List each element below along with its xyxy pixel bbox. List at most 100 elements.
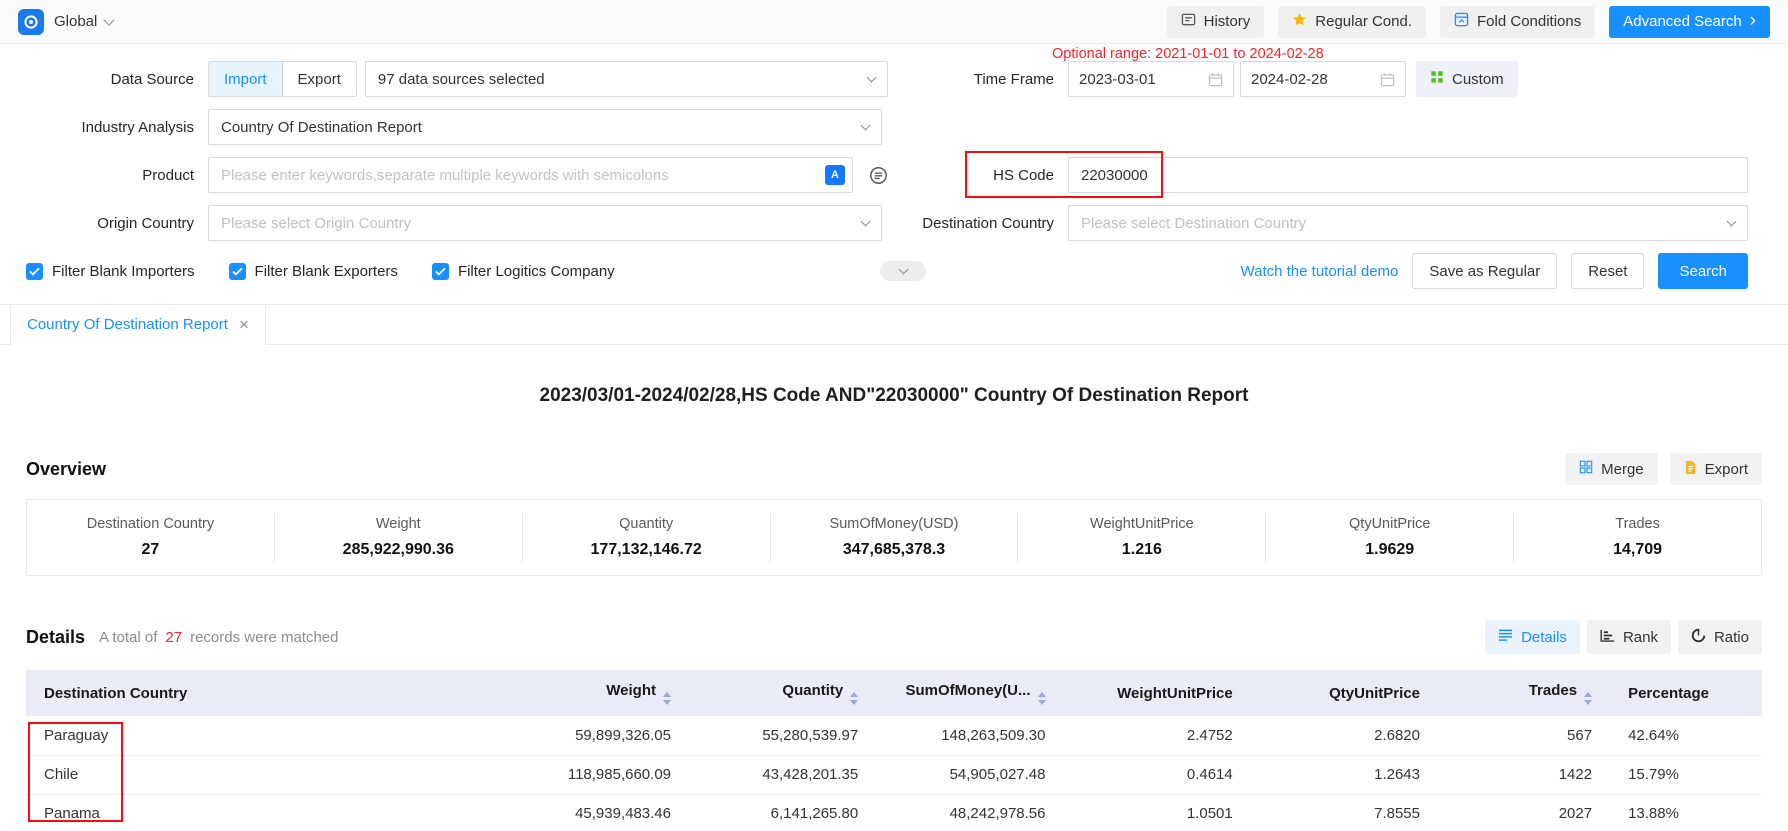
details-table: Destination Country Weight Quantity SumO… [26, 670, 1762, 831]
reset-button[interactable]: Reset [1571, 253, 1644, 289]
data-source-select[interactable]: 97 data sources selected [365, 61, 888, 97]
cell-weight-unit-price: 2.4752 [1064, 716, 1251, 755]
close-icon[interactable]: × [239, 316, 249, 333]
rank-chart-icon [1600, 629, 1615, 646]
export-button[interactable]: Export [1670, 453, 1762, 485]
cell-weight-unit-price: 0.4614 [1064, 755, 1251, 794]
export-file-icon [1684, 460, 1697, 479]
save-as-regular-button[interactable]: Save as Regular [1412, 253, 1557, 289]
cell-percentage: 13.88% [1610, 794, 1762, 831]
stat-value: 1.216 [1018, 541, 1265, 559]
cell-country[interactable]: Chile [26, 755, 502, 794]
stat-value: 14,709 [1514, 541, 1761, 559]
history-icon [1181, 12, 1196, 31]
custom-label: Custom [1452, 71, 1504, 88]
product-label: Product [26, 167, 208, 184]
stat-value: 177,132,146.72 [523, 541, 770, 559]
cell-country[interactable]: Panama [26, 794, 502, 831]
chevron-down-icon [104, 14, 115, 25]
hs-code-input[interactable] [1068, 157, 1748, 193]
filter-blank-importers-checkbox[interactable]: Filter Blank Importers [26, 263, 195, 280]
advanced-search-label: Advanced Search [1623, 13, 1741, 30]
date-start-input[interactable]: 2023-03-01 [1068, 61, 1234, 97]
view-ratio-button[interactable]: Ratio [1678, 620, 1762, 654]
export-option[interactable]: Export [282, 62, 356, 96]
destination-country-select[interactable]: Please select Destination Country [1068, 205, 1748, 241]
form-row-data-source: Data Source Import Export 97 data source… [26, 60, 1748, 98]
tab-label: Country Of Destination Report [27, 316, 228, 333]
search-button[interactable]: Search [1658, 253, 1748, 289]
cell-sum-of-money: 148,263,509.30 [876, 716, 1063, 755]
page: Global History Regular Cond. Fold Condit… [0, 0, 1788, 831]
stat-qty-unit-price: QtyUnitPrice 1.9629 [1266, 513, 1514, 562]
details-header: Details A total of 27 records were match… [26, 620, 1762, 654]
date-end-input[interactable]: 2024-02-28 [1240, 61, 1406, 97]
fold-conditions-button[interactable]: Fold Conditions [1440, 6, 1595, 38]
collapse-conditions-toggle[interactable] [880, 261, 926, 281]
form-row-product-hscode: Product A HS Code [26, 156, 1748, 194]
overview-heading: Overview [26, 459, 106, 480]
translate-icon[interactable]: A [825, 165, 845, 185]
cell-sum-of-money: 54,905,027.48 [876, 755, 1063, 794]
col-quantity-label: Quantity [782, 682, 843, 699]
cell-weight: 59,899,326.05 [502, 716, 689, 755]
destination-country-placeholder: Please select Destination Country [1081, 215, 1306, 232]
industry-analysis-select[interactable]: Country Of Destination Report [208, 109, 882, 145]
app-logo[interactable] [18, 9, 44, 35]
custom-range-button[interactable]: Custom [1416, 61, 1518, 97]
filter-blank-importers-label: Filter Blank Importers [52, 263, 195, 280]
filter-logistics-company-label: Filter Logitics Company [458, 263, 615, 280]
col-trades[interactable]: Trades [1438, 670, 1610, 716]
region-selector[interactable]: Global [54, 13, 113, 30]
sort-icon[interactable] [1038, 692, 1046, 705]
cell-quantity: 55,280,539.97 [689, 716, 876, 755]
tab-country-of-destination-report[interactable]: Country Of Destination Report × [10, 305, 266, 345]
cell-percentage: 42.64% [1610, 716, 1762, 755]
hs-code-field [1068, 157, 1748, 193]
fold-conditions-label: Fold Conditions [1477, 13, 1581, 30]
view-rank-label: Rank [1623, 629, 1658, 646]
col-sum-of-money[interactable]: SumOfMoney(U... [876, 670, 1063, 716]
sort-icon[interactable] [663, 692, 671, 705]
match-suffix: records were matched [190, 629, 338, 646]
tutorial-demo-link[interactable]: Watch the tutorial demo [1241, 263, 1399, 280]
col-weight[interactable]: Weight [502, 670, 689, 716]
keyword-list-icon[interactable] [869, 166, 888, 185]
origin-country-select[interactable]: Please select Origin Country [208, 205, 882, 241]
col-quantity[interactable]: Quantity [689, 670, 876, 716]
advanced-search-button[interactable]: Advanced Search › [1609, 6, 1770, 38]
col-qty-unit-price: QtyUnitPrice [1251, 670, 1438, 716]
stat-weight-unit-price: WeightUnitPrice 1.216 [1018, 513, 1266, 562]
cell-weight: 118,985,660.09 [502, 755, 689, 794]
regular-cond-button[interactable]: Regular Cond. [1278, 6, 1426, 38]
stat-label: WeightUnitPrice [1018, 516, 1265, 532]
merge-button[interactable]: Merge [1565, 453, 1658, 485]
stat-trades: Trades 14,709 [1514, 513, 1761, 562]
form-row-filters: Filter Blank Importers Filter Blank Expo… [26, 252, 1748, 290]
sort-icon[interactable] [850, 692, 858, 705]
origin-country-placeholder: Please select Origin Country [221, 215, 411, 232]
product-keywords-input[interactable] [208, 157, 853, 193]
data-source-field: Import Export 97 data sources selected [208, 61, 888, 97]
cell-quantity: 6,141,265.80 [689, 794, 876, 831]
cell-trades: 1422 [1438, 755, 1610, 794]
cell-trades: 567 [1438, 716, 1610, 755]
cell-weight: 45,939,483.46 [502, 794, 689, 831]
stat-destination-country: Destination Country 27 [27, 513, 275, 562]
product-field: A [208, 157, 888, 193]
stat-label: Quantity [523, 516, 770, 532]
merge-icon [1579, 460, 1593, 478]
tabbar: Country Of Destination Report × [0, 305, 1788, 345]
filter-logistics-company-checkbox[interactable]: Filter Logitics Company [432, 263, 615, 280]
sort-icon[interactable] [1584, 692, 1592, 705]
history-button[interactable]: History [1167, 6, 1265, 38]
overview-actions: Merge Export [1565, 453, 1762, 485]
view-details-button[interactable]: Details [1485, 620, 1580, 654]
destination-country-field: Please select Destination Country [1068, 205, 1748, 241]
import-option[interactable]: Import [209, 62, 282, 96]
view-rank-button[interactable]: Rank [1587, 620, 1671, 654]
cell-country[interactable]: Paraguay [26, 716, 502, 755]
regular-cond-label: Regular Cond. [1315, 13, 1412, 30]
filter-blank-exporters-checkbox[interactable]: Filter Blank Exporters [229, 263, 398, 280]
chevron-down-icon [867, 72, 877, 82]
